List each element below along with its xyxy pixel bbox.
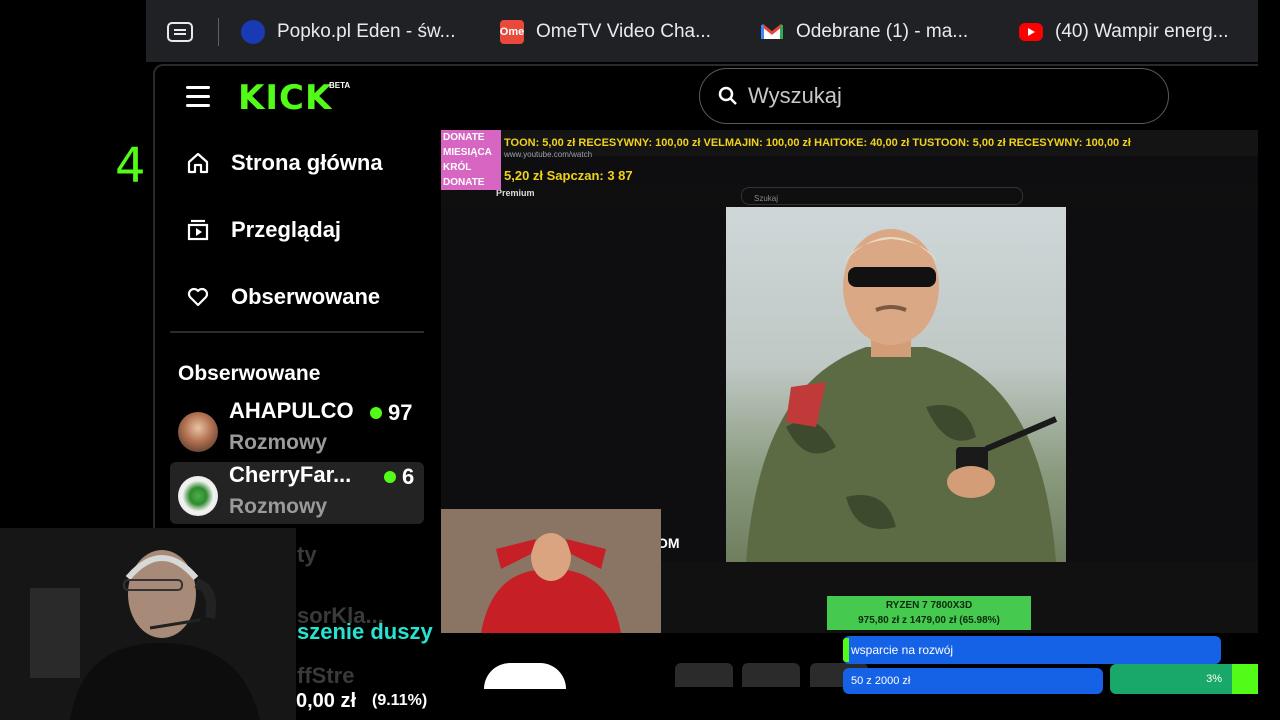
goal-progress-pill: 50 z 2000 zł <box>843 668 1103 694</box>
green-accent <box>1232 664 1258 694</box>
youtube-search: Szukaj <box>741 187 1023 205</box>
guest-person <box>441 509 661 633</box>
channel-avatar-bottom <box>484 663 566 689</box>
viewer-count: 6 <box>384 464 414 490</box>
video-frame <box>726 207 1066 562</box>
url-text: www.youtube.com/watch <box>504 150 593 159</box>
channel-name: CherryFar... <box>229 462 352 487</box>
search-input[interactable]: Wyszukaj <box>699 68 1169 124</box>
donate-line: 5,20 zł Sapczan: 3 87 <box>504 168 633 183</box>
bookmark-label: Odebrane (1) - ma... <box>796 21 969 42</box>
live-dot-icon <box>384 471 396 483</box>
heart-icon <box>187 287 209 307</box>
search-placeholder: Wyszukaj <box>748 83 842 108</box>
bookmark-label: OmeTV Video Cha... <box>536 21 711 42</box>
search-icon <box>718 86 737 105</box>
gmail-icon <box>760 20 784 44</box>
bookmark-label: Popko.pl Eden - św... <box>277 21 456 42</box>
tab-search-icon[interactable] <box>167 22 193 42</box>
avatar <box>178 476 218 516</box>
menu-icon[interactable] <box>186 86 210 108</box>
channel-category: Rozmowy <box>229 431 328 454</box>
streamer-person <box>0 528 296 720</box>
bookmark-separator <box>218 18 219 46</box>
bookmark-label: (40) Wampir energ... <box>1055 21 1229 42</box>
right-edge <box>1258 0 1280 720</box>
kick-logo[interactable]: KICK <box>238 78 332 118</box>
overlay-soul-text: szenie duszy <box>297 619 433 644</box>
bookmarks-bar: Popko.pl Eden - św... Ome OmeTV Video Ch… <box>146 0 1258 62</box>
browse-icon <box>187 219 209 241</box>
goal-fill <box>843 638 849 662</box>
streamer-webcam <box>0 528 296 720</box>
action-button[interactable] <box>675 663 733 687</box>
popko-icon <box>241 20 265 44</box>
goal-amount: 0,00 zł <box>296 690 357 712</box>
goal-percent: (9.11%) <box>372 692 428 709</box>
stream-player[interactable]: TOON: 5,00 zł RECESYWNY: 100,00 zł VELMA… <box>441 130 1258 633</box>
margin-number: 4 <box>115 138 146 194</box>
live-dot-icon <box>370 407 382 419</box>
nav-label: Przeglądaj <box>231 217 342 242</box>
nav-label: Strona główna <box>231 150 383 175</box>
bookmark-popko[interactable]: Popko.pl Eden - św... <box>241 18 456 46</box>
ometv-icon: Ome <box>500 20 524 44</box>
channel-category: Rozmowy <box>229 495 328 518</box>
nav-following[interactable]: Obserwowane <box>186 284 380 310</box>
avatar <box>178 412 218 452</box>
bookmark-gmail[interactable]: Odebrane (1) - ma... <box>760 18 968 46</box>
follow-button[interactable] <box>742 663 800 687</box>
soldier-image <box>746 229 1058 562</box>
channel-ahapulco[interactable]: AHAPULCO 97 Rozmowy <box>170 398 424 460</box>
channel-cherryfar[interactable]: CherryFar... 6 Rozmowy <box>170 462 424 524</box>
donate-of-month-box: DONATE MIESIĄCA KRÓL DONATE <box>441 130 501 190</box>
ryzen-goal-bar: RYZEN 7 7800X3D 975,80 zł z 1479,00 zł (… <box>827 596 1031 630</box>
sidebar-divider <box>170 331 424 333</box>
support-goal-bar: wsparcie na rozwój <box>843 636 1221 664</box>
viewer-count: 97 <box>370 400 412 426</box>
channel-name: AHAPULCO <box>229 398 354 423</box>
youtube-premium-label: Premium <box>496 188 535 198</box>
nav-browse[interactable]: Przeglądaj <box>186 217 341 243</box>
followed-heading: Obserwowane <box>178 362 321 385</box>
beta-badge: BETA <box>329 81 351 90</box>
nav-label: Obserwowane <box>231 284 381 309</box>
guest-webcam <box>441 509 661 633</box>
nav-home[interactable]: Strona główna <box>186 150 383 176</box>
home-icon <box>187 152 209 174</box>
ghost-channel: ffStre <box>297 663 355 688</box>
bookmark-youtube[interactable]: (40) Wampir energ... <box>1019 18 1229 46</box>
bookmark-ometv[interactable]: Ome OmeTV Video Cha... <box>500 18 711 46</box>
ghost-channel: ty <box>297 542 317 567</box>
youtube-icon <box>1019 23 1043 41</box>
